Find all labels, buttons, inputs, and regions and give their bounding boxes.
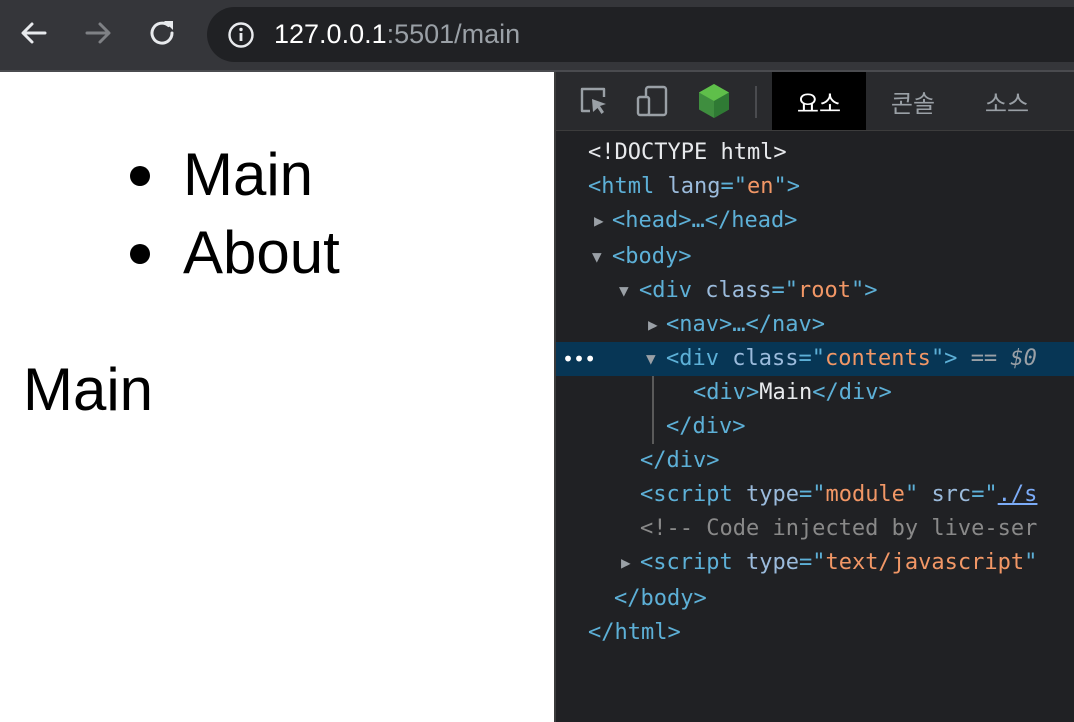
dom-node-html[interactable]: <html lang="en"> [556,170,1074,204]
body-close-tag: </body> [614,586,707,611]
browser-toolbar: 127.0.0.1:5501/main [0,0,1074,72]
script-src-link: ./s [997,482,1038,507]
head-collapsed: <head>…</head> [612,208,798,233]
url-host: 127.0.0.1 [274,19,387,49]
devtools-panel: 요소 콘솔 소스 <!DOCTYPE html> <html lang="en"… [554,72,1074,722]
address-bar[interactable]: 127.0.0.1:5501/main [207,7,1074,62]
expand-arrow-icon[interactable]: ▶ [648,308,658,342]
dom-node-comment[interactable]: <!-- Code injected by live-ser [556,512,1074,546]
node-js-icon[interactable] [696,83,732,119]
tab-sources[interactable]: 소스 [960,72,1054,130]
dom-node-inner-div[interactable]: <div>Main</div> [556,376,1074,410]
div-root-open-tag: <div class="root"> [639,278,878,303]
expand-arrow-icon[interactable]: ▶ [621,546,631,580]
nav-item-label: Main [183,141,314,208]
dom-node-div-root[interactable]: ▼ <div class="root"> [556,274,1074,308]
dom-node-script-module[interactable]: <script type="module" src="./s [556,478,1074,512]
body-open-tag: <body> [612,244,692,269]
url-text: 127.0.0.1:5501/main [274,19,520,49]
div-contents-close-tag: </div> [666,414,746,439]
nav-item-about[interactable]: About [126,214,340,292]
collapse-arrow-icon[interactable]: ▼ [592,240,602,274]
comment-text: <!-- Code injected by live-ser [640,516,1038,541]
dom-node-div-root-close[interactable]: </div> [556,444,1074,478]
devtools-toolbar: 요소 콘솔 소스 [556,72,1074,131]
dom-node-div-contents-close[interactable]: </div> [556,410,1074,444]
url-path: :5501/main [386,19,521,49]
forward-button[interactable] [80,15,116,51]
tab-console[interactable]: 콘솔 [866,72,960,130]
inspect-element-icon[interactable] [576,83,612,119]
page-viewport: Main About Main [0,72,554,722]
dom-node-nav[interactable]: ▶ <nav>…</nav> [556,308,1074,342]
toolbar-divider [755,86,757,118]
doctype-text: <!DOCTYPE html> [588,140,787,165]
nav-list: Main About [126,136,340,292]
tab-elements[interactable]: 요소 [772,72,866,130]
expand-arrow-icon[interactable]: ▶ [594,204,604,238]
nav-item-main[interactable]: Main [126,136,340,214]
div-root-close-tag: </div> [640,448,720,473]
script-js-tag: <script type="text/javascript" [640,550,1038,575]
info-icon[interactable] [227,21,255,49]
html-open-tag: <html lang="en"> [588,174,800,199]
arrow-left-icon [21,22,47,44]
collapse-arrow-icon[interactable]: ▼ [646,342,656,376]
html-close-tag: </html> [588,620,681,645]
inner-div: <div>Main</div> [693,380,892,405]
contents-text: Main [23,356,154,423]
back-button[interactable] [16,15,52,51]
dom-node-body-close[interactable]: </body> [556,582,1074,616]
dom-node-head[interactable]: ▶ <head>…</head> [556,204,1074,238]
collapse-arrow-icon[interactable]: ▼ [619,274,629,308]
more-options-icon[interactable]: ••• [562,342,596,376]
bullet-icon [130,166,150,186]
dom-node-body[interactable]: ▼ <body> [556,240,1074,274]
reload-icon [150,21,174,45]
dom-node-script-js[interactable]: ▶ <script type="text/javascript" [556,546,1074,580]
script-module-tag: <script type="module" src="./s [640,482,1038,507]
dom-node-div-contents[interactable]: ••• ▼ <div class="contents"> == $0 [556,342,1074,376]
selected-marker: == $0 [970,346,1037,371]
dom-node-doctype[interactable]: <!DOCTYPE html> [556,136,1074,170]
bullet-icon [130,244,150,264]
dom-node-html-close[interactable]: </html> [556,616,1074,650]
reload-button[interactable] [144,15,180,51]
div-contents-open-tag: <div class="contents"> == $0 [666,346,1037,371]
arrow-right-icon [85,22,111,44]
device-toolbar-icon[interactable] [634,83,670,119]
nav-item-label: About [183,219,340,286]
nav-collapsed: <nav>…</nav> [666,312,825,337]
